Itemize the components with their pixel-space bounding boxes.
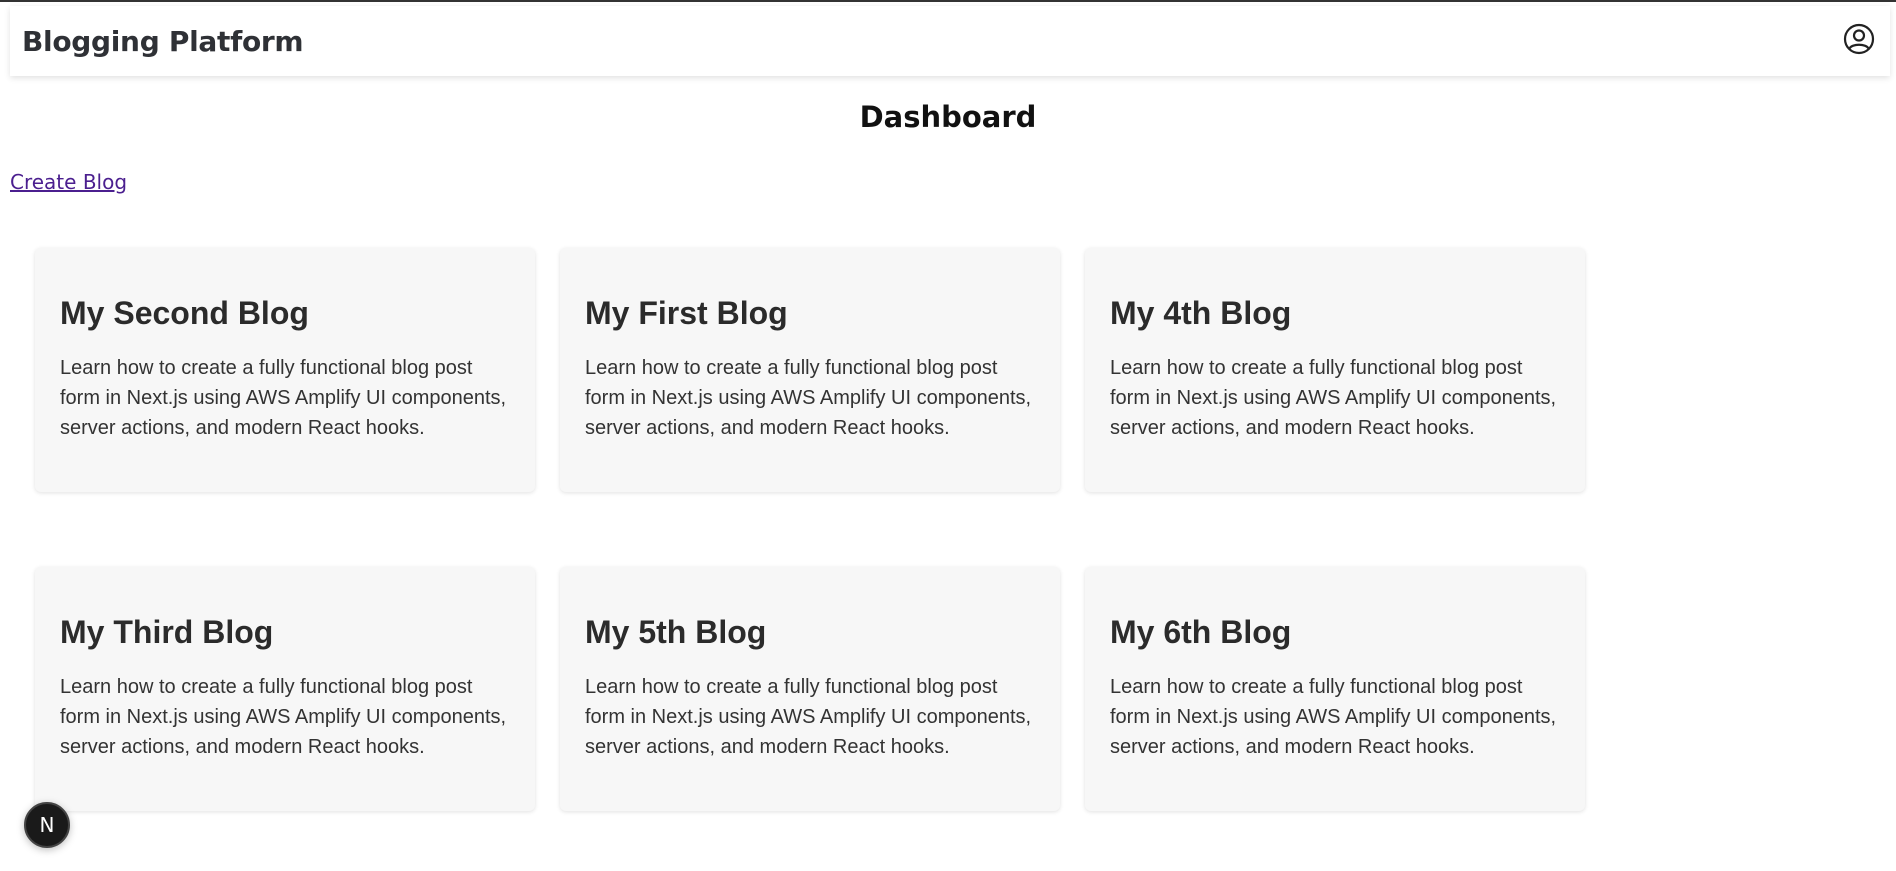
blog-card-title: My 5th Blog: [585, 614, 767, 650]
blog-card[interactable]: My Second Blog Learn how to create a ful…: [35, 248, 535, 492]
blog-card[interactable]: My 5th Blog Learn how to create a fully …: [560, 567, 1060, 811]
blog-grid: My Second Blog Learn how to create a ful…: [35, 248, 1585, 811]
blog-card-excerpt: Learn how to create a fully functional b…: [60, 676, 507, 759]
nextjs-dev-badge[interactable]: N: [24, 802, 70, 848]
blog-card-excerpt: Learn how to create a fully functional b…: [60, 357, 507, 440]
blog-card-title: My Third Blog: [60, 614, 274, 650]
nextjs-logo-icon: N: [39, 813, 55, 837]
blog-card[interactable]: My 4th Blog Learn how to create a fully …: [1085, 248, 1585, 492]
blog-card-title: My 4th Blog: [1110, 295, 1292, 331]
blog-card[interactable]: My 6th Blog Learn how to create a fully …: [1085, 567, 1585, 811]
blog-card-excerpt: Learn how to create a fully functional b…: [585, 357, 1032, 440]
blog-card-excerpt: Learn how to create a fully functional b…: [1110, 357, 1557, 440]
blog-card-title: My 6th Blog: [1110, 614, 1292, 650]
page-title: Dashboard: [859, 100, 1037, 134]
user-circle-icon: [1843, 23, 1875, 60]
blog-card-excerpt: Learn how to create a fully functional b…: [585, 676, 1032, 759]
brand-title[interactable]: Blogging Platform: [22, 25, 304, 58]
blog-card[interactable]: My Third Blog Learn how to create a full…: [35, 567, 535, 811]
blog-card-title: My Second Blog: [60, 295, 309, 331]
top-navbar: Blogging Platform: [10, 6, 1890, 76]
account-button[interactable]: [1842, 23, 1876, 60]
blog-card-title: My First Blog: [585, 295, 788, 331]
create-blog-link[interactable]: Create Blog: [10, 170, 127, 194]
blog-card[interactable]: My First Blog Learn how to create a full…: [560, 248, 1060, 492]
blog-card-excerpt: Learn how to create a fully functional b…: [1110, 676, 1557, 759]
